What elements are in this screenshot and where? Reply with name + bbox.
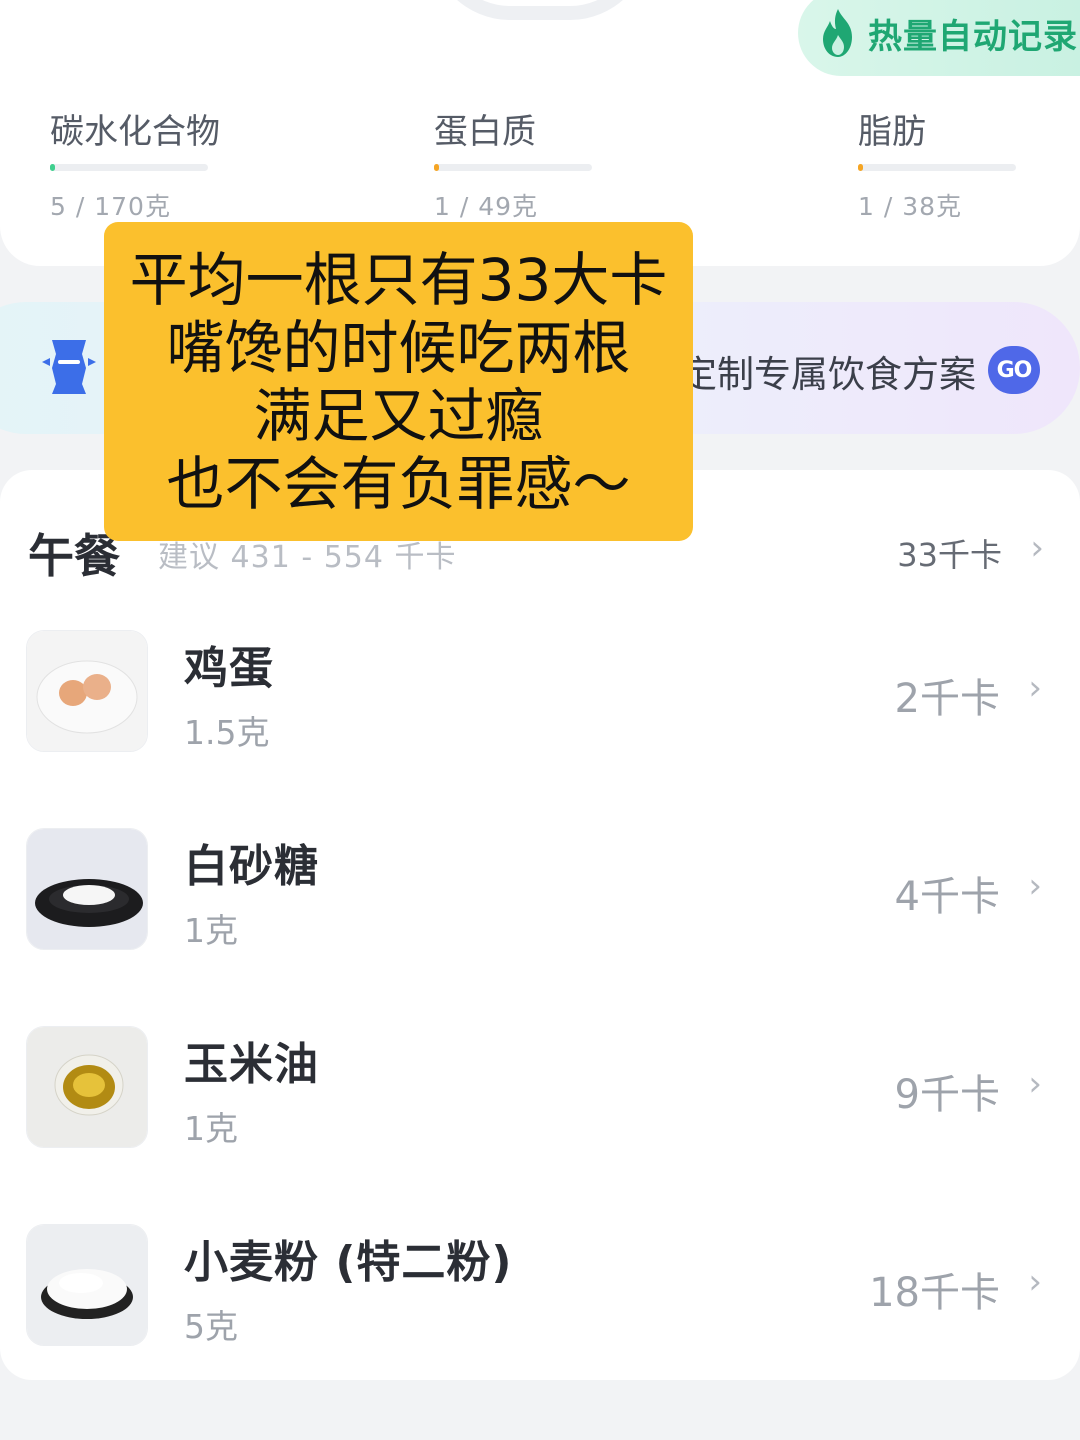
caption-line: 嘴馋的时候吃两根	[166, 313, 631, 382]
food-thumbnail	[26, 828, 148, 950]
food-calories: 2千卡	[894, 676, 1000, 722]
food-calories: 4千卡	[894, 874, 1000, 920]
caption-line: 满足又过瘾	[253, 381, 544, 450]
food-name: 玉米油	[184, 1039, 319, 1090]
lunch-card: 午餐 建议 431 - 554 千卡 33千卡 › 鸡蛋 1.5克 2千卡 ›	[0, 470, 1080, 1380]
body-measure-icon	[42, 340, 96, 394]
food-name: 鸡蛋	[184, 643, 274, 694]
macro-amount: 1 / 49克	[434, 192, 539, 221]
chevron-right-icon: ›	[1028, 668, 1042, 708]
chevron-right-icon: ›	[1028, 866, 1042, 906]
banner-text: 定制专属饮食方案	[686, 353, 976, 396]
food-item-row[interactable]: 鸡蛋 1.5克 2千卡 ›	[0, 630, 1080, 790]
chevron-right-icon: ›	[1030, 528, 1044, 568]
caption-line: 平均一根只有33大卡	[129, 245, 668, 314]
macro-fat: 脂肪 1 / 38克	[858, 104, 1080, 223]
food-item-row[interactable]: 白砂糖 1克 4千卡 ›	[0, 828, 1080, 988]
food-item-row[interactable]: 小麦粉 (特二粉) 5克 18千卡 ›	[0, 1224, 1080, 1384]
macro-amount: 5 / 170克	[50, 192, 171, 221]
macro-nutrients: 碳水化合物 5 / 170克 蛋白质 1 / 49克 脂肪 1 / 38克	[0, 104, 1080, 224]
food-thumbnail	[26, 1026, 148, 1148]
auto-record-label: 热量自动记录	[868, 16, 1078, 57]
food-thumbnail	[26, 1224, 148, 1346]
food-name: 白砂糖	[184, 841, 319, 892]
auto-record-button[interactable]: 热量自动记录	[798, 0, 1080, 76]
go-button[interactable]: GO	[988, 346, 1040, 394]
food-calories: 9千卡	[894, 1072, 1000, 1118]
macro-progress-bar	[50, 164, 208, 171]
food-calories: 18千卡	[869, 1270, 1000, 1316]
chevron-right-icon: ›	[1028, 1064, 1042, 1104]
chevron-right-icon: ›	[1028, 1262, 1042, 1302]
caption-line: 也不会有负罪感～	[166, 449, 631, 518]
food-amount: 5克	[184, 1307, 238, 1346]
food-item-row[interactable]: 玉米油 1克 9千卡 ›	[0, 1026, 1080, 1186]
macro-name: 脂肪	[858, 112, 926, 152]
macro-name: 碳水化合物	[50, 112, 220, 152]
macro-protein: 蛋白质 1 / 49克	[434, 104, 734, 223]
macro-progress-bar	[434, 164, 592, 171]
macro-progress-fill	[858, 164, 863, 171]
food-amount: 1克	[184, 1109, 238, 1148]
food-amount: 1克	[184, 911, 238, 950]
macro-carbs: 碳水化合物 5 / 170克	[50, 104, 350, 223]
caption-overlay: 平均一根只有33大卡 嘴馋的时候吃两根 满足又过瘾 也不会有负罪感～	[104, 222, 693, 541]
macro-progress-fill	[434, 164, 439, 171]
food-thumbnail	[26, 630, 148, 752]
macro-progress-fill	[50, 164, 55, 171]
macro-progress-bar	[858, 164, 1016, 171]
meal-total-calories: 33千卡	[897, 536, 1002, 574]
flame-icon	[823, 9, 852, 57]
food-amount: 1.5克	[184, 713, 270, 752]
macro-amount: 1 / 38克	[858, 192, 963, 221]
diet-log-screen: 热量自动记录 碳水化合物 5 / 170克 蛋白质 1 / 49克 脂肪 1 /…	[0, 0, 1080, 1440]
macro-name: 蛋白质	[434, 112, 536, 152]
food-name: 小麦粉 (特二粉)	[184, 1237, 513, 1288]
